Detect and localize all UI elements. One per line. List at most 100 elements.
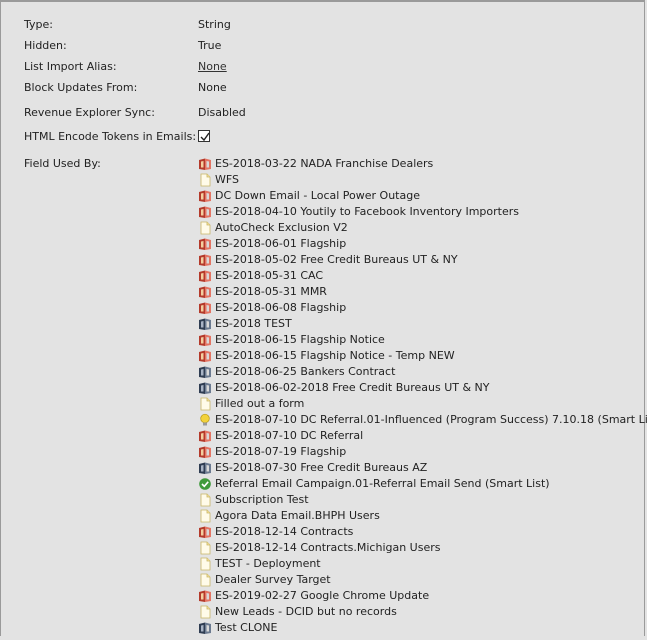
- used-by-item-name[interactable]: Agora Data Email.BHPH Users: [215, 509, 380, 522]
- program-icon: [198, 157, 212, 171]
- document-icon: [198, 509, 212, 523]
- program-dark-icon: [198, 317, 212, 331]
- used-by-item-name[interactable]: ES-2018 TEST: [215, 317, 292, 330]
- revenue-sync-label: Revenue Explorer Sync:: [24, 106, 155, 119]
- used-by-item-name[interactable]: ES-2018-12-14 Contracts.Michigan Users: [215, 541, 441, 554]
- program-icon: [198, 445, 212, 459]
- document-icon: [198, 605, 212, 619]
- used-by-item[interactable]: ES-2018-07-10 DC Referral.01-Influenced …: [198, 412, 647, 428]
- program-dark-icon: [198, 365, 212, 379]
- used-by-item-name[interactable]: Referral Email Campaign.01-Referral Emai…: [215, 477, 550, 490]
- used-by-item[interactable]: Test CLONE: [198, 620, 647, 636]
- program-icon: [198, 349, 212, 363]
- document-icon: [198, 221, 212, 235]
- hidden-value: True: [198, 39, 222, 52]
- used-by-item[interactable]: Referral Email Campaign.01-Referral Emai…: [198, 476, 647, 492]
- used-by-list: ES-2018-03-22 NADA Franchise Dealers WFS D…: [198, 156, 647, 636]
- used-by-item[interactable]: AutoCheck Exclusion V2: [198, 220, 647, 236]
- used-by-item[interactable]: ES-2018-06-25 Bankers Contract: [198, 364, 647, 380]
- program-icon: [198, 253, 212, 267]
- used-by-item[interactable]: New Leads - DCID but no records: [198, 604, 647, 620]
- used-by-item-name[interactable]: ES-2018-06-01 Flagship: [215, 237, 346, 250]
- alias-label: List Import Alias:: [24, 60, 117, 73]
- used-by-item[interactable]: ES-2018-03-22 NADA Franchise Dealers: [198, 156, 647, 172]
- used-by-item-name[interactable]: ES-2018-04-10 Youtily to Facebook Invent…: [215, 205, 519, 218]
- hidden-label: Hidden:: [24, 39, 67, 52]
- used-by-item-name[interactable]: Test CLONE: [215, 621, 277, 634]
- document-icon: [198, 173, 212, 187]
- used-by-item-name[interactable]: ES-2018-05-31 CAC: [215, 269, 323, 282]
- used-by-item-name[interactable]: Dealer Survey Target: [215, 573, 331, 586]
- used-by-item-name[interactable]: ES-2018-03-22 NADA Franchise Dealers: [215, 157, 433, 170]
- used-by-item-name[interactable]: ES-2018-05-31 MMR: [215, 285, 327, 298]
- used-by-item[interactable]: ES-2018-12-14 Contracts: [198, 524, 647, 540]
- used-by-item[interactable]: Agora Data Email.BHPH Users: [198, 508, 647, 524]
- block-updates-label: Block Updates From:: [24, 81, 138, 94]
- document-icon: [198, 541, 212, 555]
- used-by-item[interactable]: ES-2018-05-31 CAC: [198, 268, 647, 284]
- used-by-item-name[interactable]: AutoCheck Exclusion V2: [215, 221, 348, 234]
- used-by-item[interactable]: DC Down Email - Local Power Outage: [198, 188, 647, 204]
- used-by-item[interactable]: ES-2018-07-30 Free Credit Bureaus AZ: [198, 460, 647, 476]
- used-by-item[interactable]: ES-2018-04-10 Youtily to Facebook Invent…: [198, 204, 647, 220]
- document-icon: [198, 557, 212, 571]
- used-by-item[interactable]: ES-2019-02-27 Google Chrome Update: [198, 588, 647, 604]
- used-by-item-name[interactable]: DC Down Email - Local Power Outage: [215, 189, 420, 202]
- program-icon: [198, 429, 212, 443]
- used-by-item[interactable]: ES-2018-06-02-2018 Free Credit Bureaus U…: [198, 380, 647, 396]
- program-icon: [198, 269, 212, 283]
- used-by-item[interactable]: ES-2018-12-14 Contracts.Michigan Users: [198, 540, 647, 556]
- program-dark-icon: [198, 461, 212, 475]
- used-by-item-name[interactable]: ES-2018-06-02-2018 Free Credit Bureaus U…: [215, 381, 490, 394]
- program-icon: [198, 333, 212, 347]
- used-by-item-name[interactable]: ES-2018-12-14 Contracts: [215, 525, 353, 538]
- smart-list-icon: [198, 477, 212, 491]
- program-icon: [198, 525, 212, 539]
- used-by-item-name[interactable]: ES-2018-06-15 Flagship Notice: [215, 333, 385, 346]
- used-by-item[interactable]: ES-2018-06-15 Flagship Notice: [198, 332, 647, 348]
- used-by-item-name[interactable]: Subscription Test: [215, 493, 309, 506]
- used-by-label: Field Used By:: [24, 157, 101, 170]
- used-by-item-name[interactable]: ES-2018-07-10 DC Referral: [215, 429, 363, 442]
- used-by-item[interactable]: Dealer Survey Target: [198, 572, 647, 588]
- program-icon: [198, 285, 212, 299]
- used-by-item-name[interactable]: WFS: [215, 173, 239, 186]
- type-label: Type:: [24, 18, 53, 31]
- used-by-item-name[interactable]: ES-2018-06-15 Flagship Notice - Temp NEW: [215, 349, 455, 362]
- used-by-item[interactable]: ES-2018-06-01 Flagship: [198, 236, 647, 252]
- used-by-item-name[interactable]: Filled out a form: [215, 397, 304, 410]
- used-by-item[interactable]: Filled out a form: [198, 396, 647, 412]
- document-icon: [198, 493, 212, 507]
- document-icon: [198, 573, 212, 587]
- used-by-item-name[interactable]: ES-2018-07-10 DC Referral.01-Influenced …: [215, 413, 647, 426]
- used-by-item[interactable]: ES-2018-06-15 Flagship Notice - Temp NEW: [198, 348, 647, 364]
- used-by-item[interactable]: ES-2018-05-31 MMR: [198, 284, 647, 300]
- used-by-item[interactable]: WFS: [198, 172, 647, 188]
- used-by-item-name[interactable]: ES-2018-06-25 Bankers Contract: [215, 365, 395, 378]
- used-by-item[interactable]: TEST - Deployment: [198, 556, 647, 572]
- used-by-item[interactable]: ES-2018-07-19 Flagship: [198, 444, 647, 460]
- program-icon: [198, 189, 212, 203]
- used-by-item-name[interactable]: ES-2018-05-02 Free Credit Bureaus UT & N…: [215, 253, 458, 266]
- alias-link[interactable]: None: [198, 59, 227, 75]
- html-encode-checkbox[interactable]: [198, 130, 210, 142]
- used-by-item-name[interactable]: New Leads - DCID but no records: [215, 605, 397, 618]
- program-icon: [198, 205, 212, 219]
- used-by-item-name[interactable]: ES-2019-02-27 Google Chrome Update: [215, 589, 429, 602]
- program-icon: [198, 237, 212, 251]
- lightbulb-icon: [198, 413, 212, 427]
- type-value: String: [198, 18, 231, 31]
- used-by-item[interactable]: ES-2018-06-08 Flagship: [198, 300, 647, 316]
- used-by-item-name[interactable]: TEST - Deployment: [215, 557, 321, 570]
- used-by-item-name[interactable]: ES-2018-07-30 Free Credit Bureaus AZ: [215, 461, 427, 474]
- program-icon: [198, 589, 212, 603]
- used-by-item-name[interactable]: ES-2018-06-08 Flagship: [215, 301, 346, 314]
- used-by-item[interactable]: ES-2018-07-10 DC Referral: [198, 428, 647, 444]
- document-icon: [198, 397, 212, 411]
- revenue-sync-value: Disabled: [198, 106, 246, 119]
- used-by-item[interactable]: ES-2018 TEST: [198, 316, 647, 332]
- used-by-item[interactable]: Subscription Test: [198, 492, 647, 508]
- used-by-item[interactable]: ES-2018-05-02 Free Credit Bureaus UT & N…: [198, 252, 647, 268]
- program-dark-icon: [198, 621, 212, 635]
- used-by-item-name[interactable]: ES-2018-07-19 Flagship: [215, 445, 346, 458]
